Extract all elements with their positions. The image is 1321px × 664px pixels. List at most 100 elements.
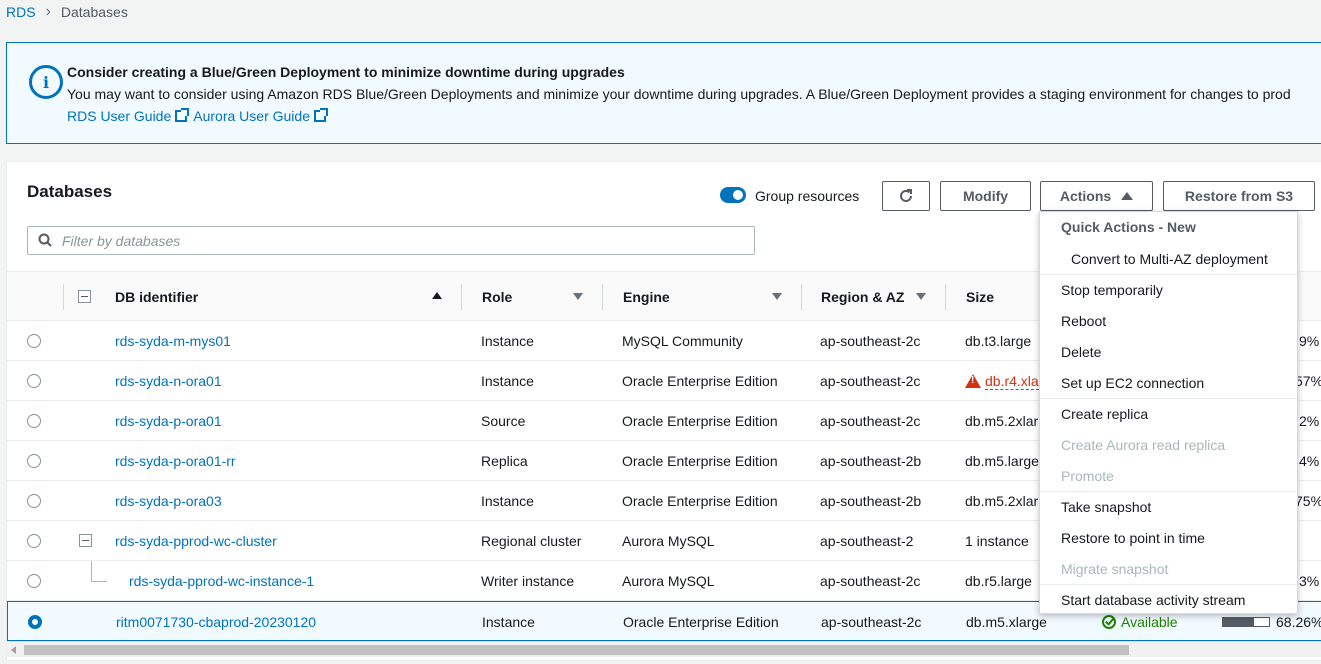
actions-dropdown-menu: Quick Actions - New Convert to Multi-AZ … (1039, 211, 1298, 614)
scroll-left-arrow-icon[interactable] (11, 646, 16, 654)
row-radio[interactable] (27, 454, 41, 468)
row-radio[interactable] (27, 334, 41, 348)
size-cell: db.m5.xlarge (966, 614, 1047, 630)
cpu-cell: 2% (1299, 413, 1320, 429)
restore-label: Restore from S3 (1184, 188, 1294, 204)
actions-button[interactable]: Actions (1040, 181, 1153, 211)
panel-title: Databases (27, 182, 113, 201)
menu-item-delete[interactable]: Delete (1061, 344, 1101, 360)
cpu-cell: 68.26% (1276, 614, 1321, 630)
status-label: Available (1121, 614, 1178, 630)
db-identifier-link[interactable]: rds-syda-pprod-wc-cluster (115, 533, 277, 549)
region-cell: ap-southeast-2c (820, 413, 921, 429)
horizontal-scrollbar[interactable] (6, 641, 1321, 657)
column-divider (461, 284, 462, 310)
filter-databases-input[interactable]: Filter by databases (27, 226, 755, 255)
caret-up-icon (1121, 192, 1134, 200)
group-resources-toggle[interactable] (720, 187, 746, 203)
menu-item-take-snapshot[interactable]: Take snapshot (1061, 499, 1151, 515)
col-db-identifier[interactable]: DB identifier (115, 289, 198, 305)
chevron-right-icon: › (45, 3, 51, 20)
row-radio[interactable] (27, 534, 41, 548)
refresh-icon (900, 189, 912, 202)
role-cell: Regional cluster (481, 533, 582, 549)
menu-divider (1040, 491, 1297, 492)
db-identifier-link[interactable]: rds-syda-p-ora03 (115, 493, 222, 509)
engine-cell: Aurora MySQL (622, 573, 715, 589)
size-cell: db.r5.large (965, 573, 1032, 589)
info-icon: i (29, 65, 63, 99)
column-divider (602, 284, 603, 310)
check-circle-icon (1102, 615, 1116, 629)
col-region-az[interactable]: Region & AZ (821, 289, 904, 305)
engine-cell: Oracle Enterprise Edition (622, 453, 778, 469)
row-radio-checked[interactable] (28, 615, 42, 629)
size-cell: db.m5.large (965, 453, 1039, 469)
search-placeholder: Filter by databases (62, 233, 181, 249)
collapse-cluster-icon[interactable] (79, 534, 92, 547)
cpu-progress-bar (1222, 617, 1270, 627)
external-link-icon (175, 108, 190, 122)
db-identifier-link[interactable]: rds-syda-n-ora01 (115, 373, 222, 389)
menu-item-setup-ec2[interactable]: Set up EC2 connection (1061, 375, 1204, 391)
menu-item-reboot[interactable]: Reboot (1061, 313, 1106, 329)
menu-divider (1040, 398, 1297, 399)
size-cell: db.r4.xla (965, 373, 1039, 390)
breadcrumb-rds-link[interactable]: RDS (6, 4, 36, 20)
sort-icon[interactable] (916, 293, 926, 300)
col-engine[interactable]: Engine (623, 289, 670, 305)
role-cell: Instance (481, 333, 534, 349)
breadcrumb: RDS › Databases (6, 3, 128, 21)
external-link-icon (313, 108, 328, 122)
breadcrumb-current: Databases (60, 4, 128, 20)
role-cell: Source (481, 413, 526, 429)
col-role[interactable]: Role (482, 289, 512, 305)
db-identifier-link[interactable]: ritm0071730-cbaprod-20230120 (116, 614, 316, 630)
menu-header-quick-actions: Quick Actions - New (1061, 219, 1196, 235)
tree-connector (91, 561, 92, 581)
db-identifier-link[interactable]: rds-syda-m-mys01 (115, 333, 231, 349)
rds-user-guide-label: RDS User Guide (67, 108, 172, 124)
modify-button[interactable]: Modify (940, 181, 1031, 211)
db-identifier-link[interactable]: rds-syda-p-ora01 (115, 413, 222, 429)
menu-item-create-replica[interactable]: Create replica (1061, 406, 1148, 422)
alert-title: Consider creating a Blue/Green Deploymen… (67, 64, 625, 80)
row-radio[interactable] (27, 414, 41, 428)
sort-icon[interactable] (573, 293, 583, 300)
size-warning-text[interactable]: db.r4.xla (985, 373, 1039, 390)
role-cell: Writer instance (481, 573, 575, 589)
db-identifier-link[interactable]: rds-syda-p-ora01-rr (115, 453, 236, 469)
warning-icon (965, 374, 981, 388)
status-cell: Available (1102, 614, 1178, 630)
menu-item-start-activity-stream[interactable]: Start database activity stream (1061, 592, 1245, 608)
region-cell: ap-southeast-2c (820, 333, 921, 349)
refresh-button[interactable] (882, 181, 930, 211)
sort-ascending-icon[interactable] (432, 292, 442, 299)
menu-item-migrate-snapshot: Migrate snapshot (1061, 561, 1169, 577)
aurora-user-guide-link[interactable]: Aurora User Guide (193, 108, 328, 124)
region-cell: ap-southeast-2b (820, 453, 922, 469)
menu-item-create-aurora-replica: Create Aurora read replica (1061, 437, 1226, 453)
rds-user-guide-link[interactable]: RDS User Guide (67, 108, 190, 124)
cpu-cell: 3% (1299, 573, 1320, 589)
row-radio[interactable] (27, 494, 41, 508)
row-radio[interactable] (27, 374, 41, 388)
cpu-cell: 9% (1299, 333, 1320, 349)
engine-cell: Oracle Enterprise Edition (622, 493, 778, 509)
scrollbar-thumb[interactable] (24, 645, 1129, 655)
menu-item-restore-point-in-time[interactable]: Restore to point in time (1061, 530, 1205, 546)
menu-item-convert-multi-az[interactable]: Convert to Multi-AZ deployment (1071, 251, 1268, 267)
menu-item-stop-temporarily[interactable]: Stop temporarily (1061, 282, 1163, 298)
restore-from-s3-button[interactable]: Restore from S3 (1163, 181, 1315, 211)
role-cell: Instance (481, 373, 534, 389)
menu-item-promote: Promote (1061, 468, 1114, 484)
alert-body: You may want to consider using Amazon RD… (67, 86, 1291, 102)
col-size[interactable]: Size (966, 289, 994, 305)
row-radio[interactable] (27, 574, 41, 588)
sort-icon[interactable] (772, 293, 782, 300)
db-identifier-link[interactable]: rds-syda-pprod-wc-instance-1 (129, 573, 314, 589)
role-cell: Instance (481, 493, 534, 509)
collapse-all-icon[interactable] (78, 290, 91, 303)
info-alert: i Consider creating a Blue/Green Deploym… (6, 42, 1321, 144)
size-cell: db.m5.2xlar (965, 413, 1039, 429)
